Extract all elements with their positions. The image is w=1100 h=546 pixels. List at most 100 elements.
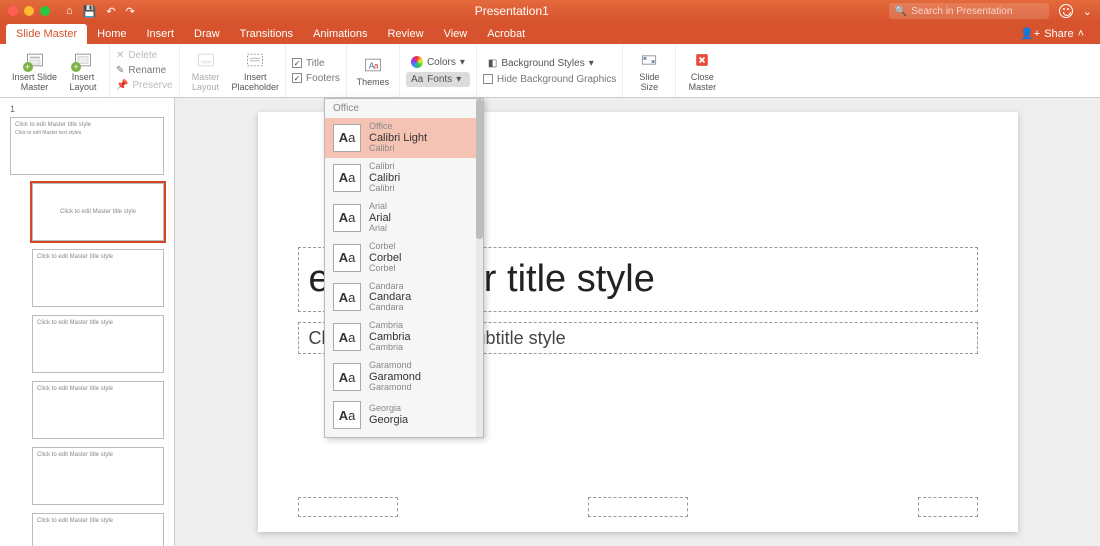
slide-canvas[interactable]: edit Master title style Click to edit Ma… <box>175 98 1100 546</box>
search-icon: 🔍 <box>895 6 907 17</box>
font-option-georgia[interactable]: AaGeorgiaGeorgia <box>325 397 483 433</box>
slide-number: 1 <box>10 104 164 114</box>
insert-slide-master-label: Insert Slide Master <box>12 72 57 92</box>
date-placeholder[interactable] <box>298 497 398 517</box>
document-title: Presentation1 <box>141 4 883 18</box>
tab-draw[interactable]: Draw <box>184 24 230 44</box>
minimize-window-dot[interactable] <box>24 6 34 16</box>
font-group: Candara <box>369 282 411 292</box>
font-option-arial[interactable]: AaArialArialArial <box>325 198 483 238</box>
redo-icon[interactable]: ↷ <box>126 5 135 18</box>
thumb-title: Click to edit Master title style <box>60 209 136 215</box>
tab-insert[interactable]: Insert <box>136 24 184 44</box>
hide-bg-label: Hide Background Graphics <box>497 74 617 85</box>
dropdown-section-label: Office <box>325 99 483 118</box>
slide-size-label: Slide Size <box>639 72 659 92</box>
colors-button[interactable]: Colors▾ <box>406 54 470 70</box>
font-group: Garamond <box>369 361 421 371</box>
font-preview-icon: Aa <box>333 124 361 152</box>
unchecked-icon <box>483 74 493 84</box>
font-option-candara[interactable]: AaCandaraCandaraCandara <box>325 278 483 318</box>
font-preview-icon: Aa <box>333 323 361 351</box>
font-group: Cambria <box>369 321 411 331</box>
title-checkbox[interactable]: ✓ Title <box>292 57 340 70</box>
tab-view[interactable]: View <box>434 24 478 44</box>
save-icon[interactable]: 💾 <box>83 5 97 18</box>
font-heading: Arial <box>369 212 391 224</box>
font-group: Office <box>369 122 427 132</box>
close-master-button[interactable]: Close Master <box>682 50 722 92</box>
font-preview-icon: Aa <box>333 204 361 232</box>
undo-icon[interactable]: ↶ <box>106 5 115 18</box>
font-body: Calibri <box>369 184 400 194</box>
tab-review[interactable]: Review <box>377 24 433 44</box>
chevron-down-icon[interactable]: ⌄ <box>1083 5 1092 18</box>
close-master-label: Close Master <box>689 72 717 92</box>
master-thumbnail[interactable]: Click to edit Master title style Click t… <box>10 117 164 175</box>
delete-label: Delete <box>128 50 157 61</box>
fonts-dropdown[interactable]: Office AaOfficeCalibri LightCalibriAaCal… <box>324 98 484 438</box>
chevron-down-icon: ▾ <box>589 58 594 69</box>
tab-slide-master[interactable]: Slide Master <box>6 24 87 44</box>
thumb-title: Click to edit Master title style <box>37 254 159 260</box>
colors-icon <box>411 56 423 68</box>
tab-acrobat[interactable]: Acrobat <box>477 24 535 44</box>
slide-size-button[interactable]: Slide Size <box>629 50 669 92</box>
master-layout-button[interactable]: Master Layout <box>186 50 226 92</box>
share-icon: 👤+ <box>1020 27 1040 40</box>
font-body: Corbel <box>369 264 401 274</box>
font-option-calibri[interactable]: AaCalibriCalibriCalibri <box>325 158 483 198</box>
zoom-window-dot[interactable] <box>40 6 50 16</box>
font-body: Arial <box>369 224 391 234</box>
font-option-cambria[interactable]: AaCambriaCambriaCambria <box>325 317 483 357</box>
font-preview-icon: Aa <box>333 244 361 272</box>
rename-button[interactable]: ✎Rename <box>116 64 172 77</box>
feedback-icon[interactable] <box>1059 4 1073 18</box>
check-icon: ✓ <box>292 58 302 68</box>
font-preview-icon: Aa <box>333 164 361 192</box>
font-option-corbel[interactable]: AaCorbelCorbelCorbel <box>325 238 483 278</box>
font-option-office[interactable]: AaOfficeCalibri LightCalibri <box>325 118 483 158</box>
font-option-garamond[interactable]: AaGaramondGaramondGaramond <box>325 357 483 397</box>
footers-label: Footers <box>306 73 340 84</box>
font-body: Candara <box>369 303 411 313</box>
thumb-text: Click to edit Master text styles <box>15 130 159 136</box>
title-label: Title <box>306 58 325 69</box>
layout-thumbnail-6[interactable]: Click to edit Master title style <box>32 513 164 546</box>
insert-placeholder-button[interactable]: Insert Placeholder <box>232 50 280 92</box>
footers-checkbox[interactable]: ✓Footers <box>292 72 340 85</box>
tab-home[interactable]: Home <box>87 24 136 44</box>
fonts-button[interactable]: AaFonts▾ <box>406 72 470 87</box>
ribbon-tabs: Slide Master Home Insert Draw Transition… <box>0 22 1100 44</box>
home-icon[interactable]: ⌂ <box>66 5 73 18</box>
thumbnail-panel[interactable]: 1 Click to edit Master title style Click… <box>0 98 175 546</box>
font-preview-icon: Aa <box>333 363 361 391</box>
close-window-dot[interactable] <box>8 6 18 16</box>
layout-thumbnail-2[interactable]: Click to edit Master title style <box>32 249 164 307</box>
font-preview-icon: Aa <box>333 283 361 311</box>
tab-animations[interactable]: Animations <box>303 24 377 44</box>
thumb-title: Click to edit Master title style <box>37 518 159 524</box>
layout-thumbnail-3[interactable]: Click to edit Master title style <box>32 315 164 373</box>
ribbon: + Insert Slide Master + Insert Layout ✕D… <box>0 44 1100 98</box>
search-placeholder: Search in Presentation <box>911 6 1012 17</box>
share-button[interactable]: 👤+Share˄ <box>1010 23 1094 44</box>
background-styles-button[interactable]: ◧Background Styles▾ <box>483 56 617 71</box>
insert-slide-master-button[interactable]: + Insert Slide Master <box>12 50 57 92</box>
layout-thumbnail-4[interactable]: Click to edit Master title style <box>32 381 164 439</box>
delete-button: ✕Delete <box>116 49 172 62</box>
themes-button[interactable]: Aa Themes <box>353 55 393 87</box>
insert-layout-button[interactable]: + Insert Layout <box>63 50 103 92</box>
scrollbar-thumb[interactable] <box>476 99 483 239</box>
thumb-title: Click to edit Master title style <box>37 386 159 392</box>
preserve-icon: 📌 <box>116 80 128 91</box>
layout-thumbnail-1[interactable]: Click to edit Master title style <box>32 183 164 241</box>
master-layout-label: Master Layout <box>192 72 220 92</box>
search-input[interactable]: 🔍 Search in Presentation <box>889 3 1049 19</box>
footer-placeholder[interactable] <box>588 497 688 517</box>
number-placeholder[interactable] <box>918 497 978 517</box>
layout-thumbnail-5[interactable]: Click to edit Master title style <box>32 447 164 505</box>
hide-bg-checkbox[interactable]: Hide Background Graphics <box>483 73 617 86</box>
tab-transitions[interactable]: Transitions <box>230 24 303 44</box>
scrollbar-track[interactable] <box>476 99 483 437</box>
